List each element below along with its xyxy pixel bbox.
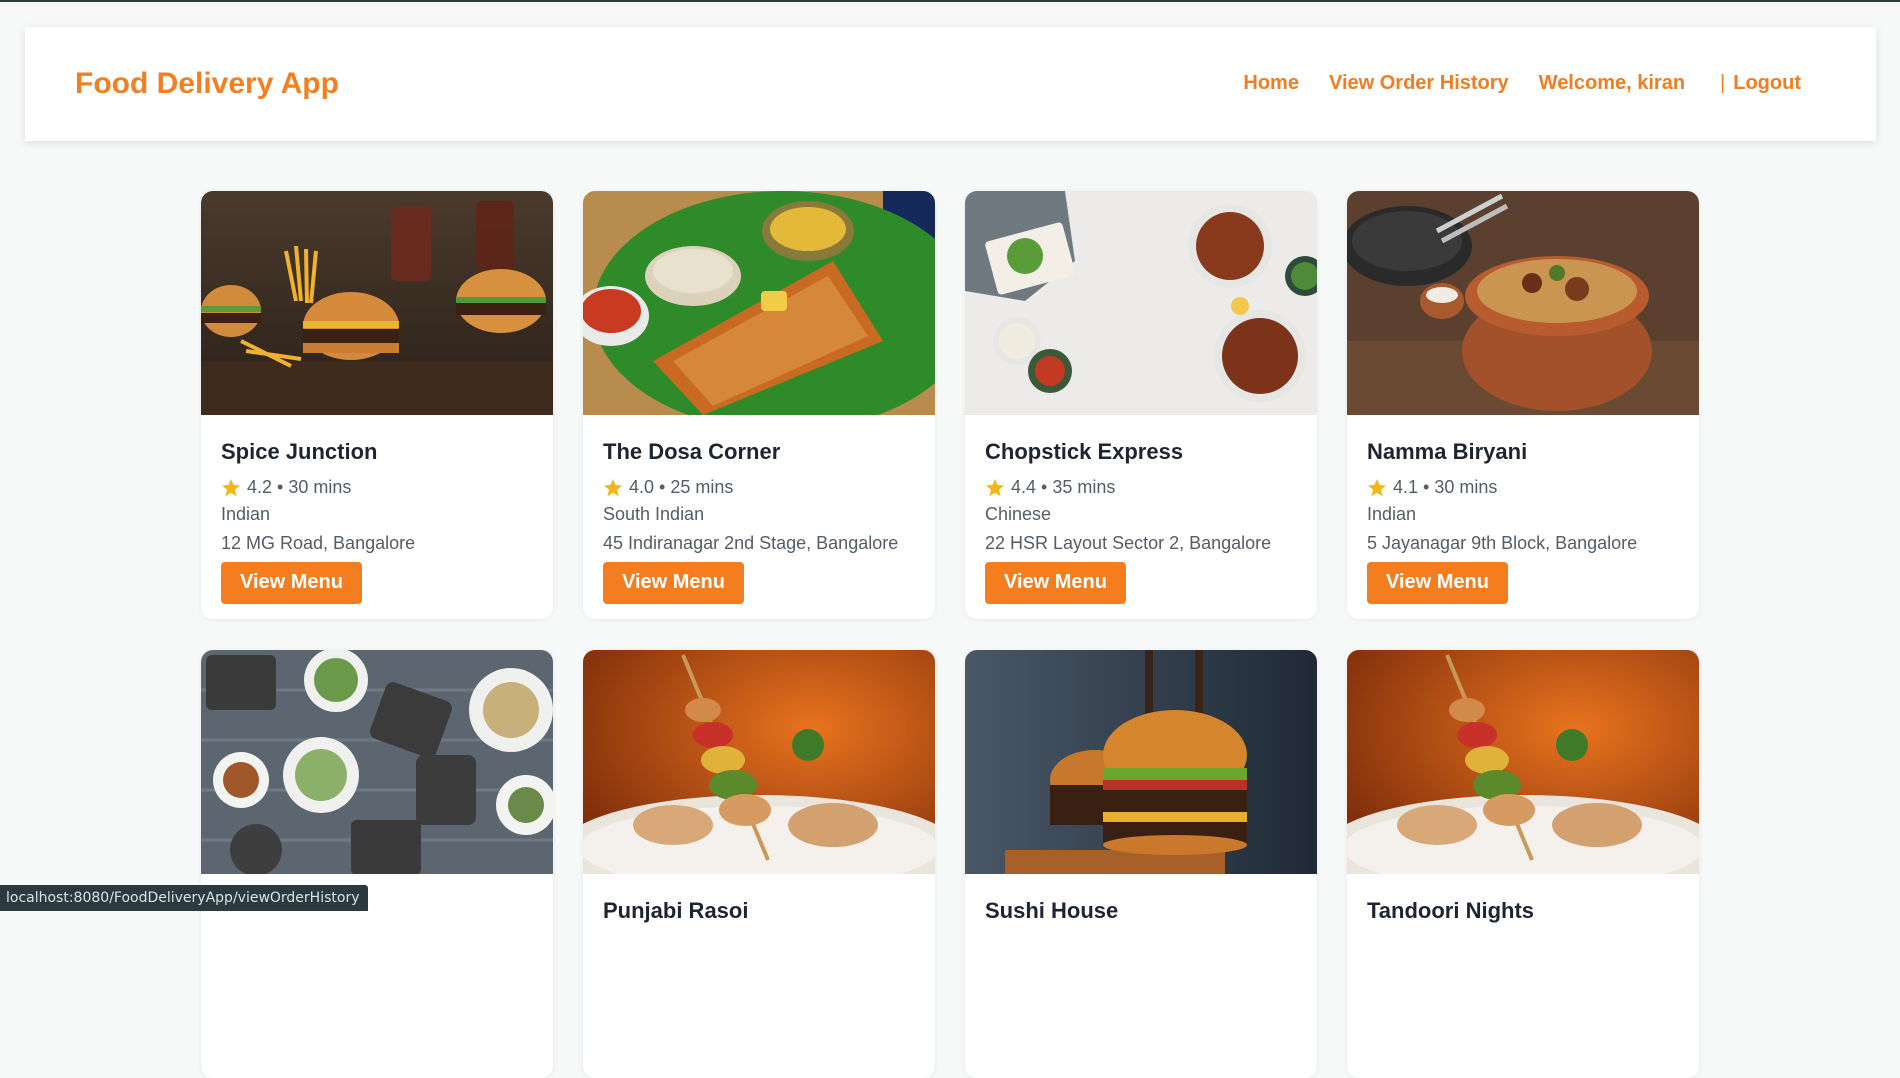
view-menu-button[interactable]: View Menu [985, 562, 1126, 604]
rating-value: 4.1 [1393, 477, 1418, 498]
cuisine-label: Chinese [985, 504, 1297, 525]
restaurant-card: Punjabi Rasoi [583, 650, 935, 1078]
restaurant-card: Spice Junction 4.2 • 30 mins Indian 12 M… [201, 191, 553, 619]
restaurant-card: Namma Biryani 4.1 • 30 mins Indian 5 Jay… [1347, 191, 1699, 619]
rating-time: 4.4 • 35 mins [985, 477, 1297, 498]
restaurant-name[interactable]: Tandoori Nights [1367, 898, 1679, 924]
restaurant-name[interactable]: Sushi House [985, 898, 1297, 924]
burgers-fries-icon [201, 191, 553, 415]
card-body: The Dosa Corner 4.0 • 25 mins South Indi… [583, 415, 935, 604]
restaurant-card: Chopstick Express 4.4 • 35 mins Chinese … [965, 191, 1317, 619]
biryani-pot-icon [1347, 191, 1699, 415]
card-body: Punjabi Rasoi [583, 874, 935, 924]
nav-links: Home View Order History Welcome, kiran |… [1213, 72, 1801, 95]
address-label: 45 Indiranagar 2nd Stage, Bangalore [603, 533, 915, 554]
window-top-border [0, 0, 1900, 2]
nav-separator: | [1720, 72, 1725, 95]
card-body: Tandoori Nights [1347, 874, 1699, 924]
rating-time: 4.0 • 25 mins [603, 477, 915, 498]
brand-logo[interactable]: Food Delivery App [75, 67, 339, 101]
restaurant-name[interactable]: Chopstick Express [985, 439, 1297, 465]
skewer-icon [1347, 650, 1699, 874]
nav-order-history-link[interactable]: View Order History [1329, 72, 1509, 95]
chinese-dishes-icon [965, 191, 1317, 415]
delivery-time: 35 mins [1052, 477, 1115, 498]
restaurant-name[interactable]: The Dosa Corner [603, 439, 915, 465]
restaurant-card [201, 650, 553, 1078]
restaurant-name[interactable]: Punjabi Rasoi [603, 898, 915, 924]
restaurant-grid: Spice Junction 4.2 • 30 mins Indian 12 M… [201, 191, 1701, 1078]
restaurant-card: Sushi House [965, 650, 1317, 1078]
nav-home-link[interactable]: Home [1243, 72, 1299, 95]
skewer-icon [583, 650, 935, 874]
address-label: 12 MG Road, Bangalore [221, 533, 533, 554]
navbar: Food Delivery App Home View Order Histor… [25, 27, 1876, 141]
star-icon [985, 478, 1005, 498]
welcome-message: Welcome, kiran [1539, 72, 1685, 95]
cuisine-label: Indian [1367, 504, 1679, 525]
welcome-prefix: Welcome, [1539, 72, 1632, 94]
star-icon [603, 478, 623, 498]
dosa-icon [583, 191, 935, 415]
food-platter-icon [201, 650, 553, 874]
delivery-time: 25 mins [670, 477, 733, 498]
star-icon [221, 478, 241, 498]
restaurant-name[interactable]: Spice Junction [221, 439, 533, 465]
card-body: Spice Junction 4.2 • 30 mins Indian 12 M… [201, 415, 553, 604]
star-icon [1367, 478, 1387, 498]
card-body: Chopstick Express 4.4 • 35 mins Chinese … [965, 415, 1317, 604]
address-label: 5 Jayanagar 9th Block, Bangalore [1367, 533, 1679, 554]
restaurant-card: The Dosa Corner 4.0 • 25 mins South Indi… [583, 191, 935, 619]
card-body: Sushi House [965, 874, 1317, 924]
cuisine-label: Indian [221, 504, 533, 525]
cuisine-label: South Indian [603, 504, 915, 525]
rating-value: 4.0 [629, 477, 654, 498]
rating-time: 4.1 • 30 mins [1367, 477, 1679, 498]
rating-value: 4.2 [247, 477, 272, 498]
restaurant-name[interactable]: Namma Biryani [1367, 439, 1679, 465]
rating-value: 4.4 [1011, 477, 1036, 498]
logout-link[interactable]: Logout [1733, 72, 1801, 95]
restaurant-card: Tandoori Nights [1347, 650, 1699, 1078]
view-menu-button[interactable]: View Menu [1367, 562, 1508, 604]
username-label: kiran [1637, 72, 1685, 94]
view-menu-button[interactable]: View Menu [603, 562, 744, 604]
delivery-time: 30 mins [288, 477, 351, 498]
address-label: 22 HSR Layout Sector 2, Bangalore [985, 533, 1297, 554]
delivery-time: 30 mins [1434, 477, 1497, 498]
card-body: Namma Biryani 4.1 • 30 mins Indian 5 Jay… [1347, 415, 1699, 604]
view-menu-button[interactable]: View Menu [221, 562, 362, 604]
rating-time: 4.2 • 30 mins [221, 477, 533, 498]
status-bar-url: localhost:8080/FoodDeliveryApp/viewOrder… [0, 885, 368, 911]
burger-icon [965, 650, 1317, 874]
